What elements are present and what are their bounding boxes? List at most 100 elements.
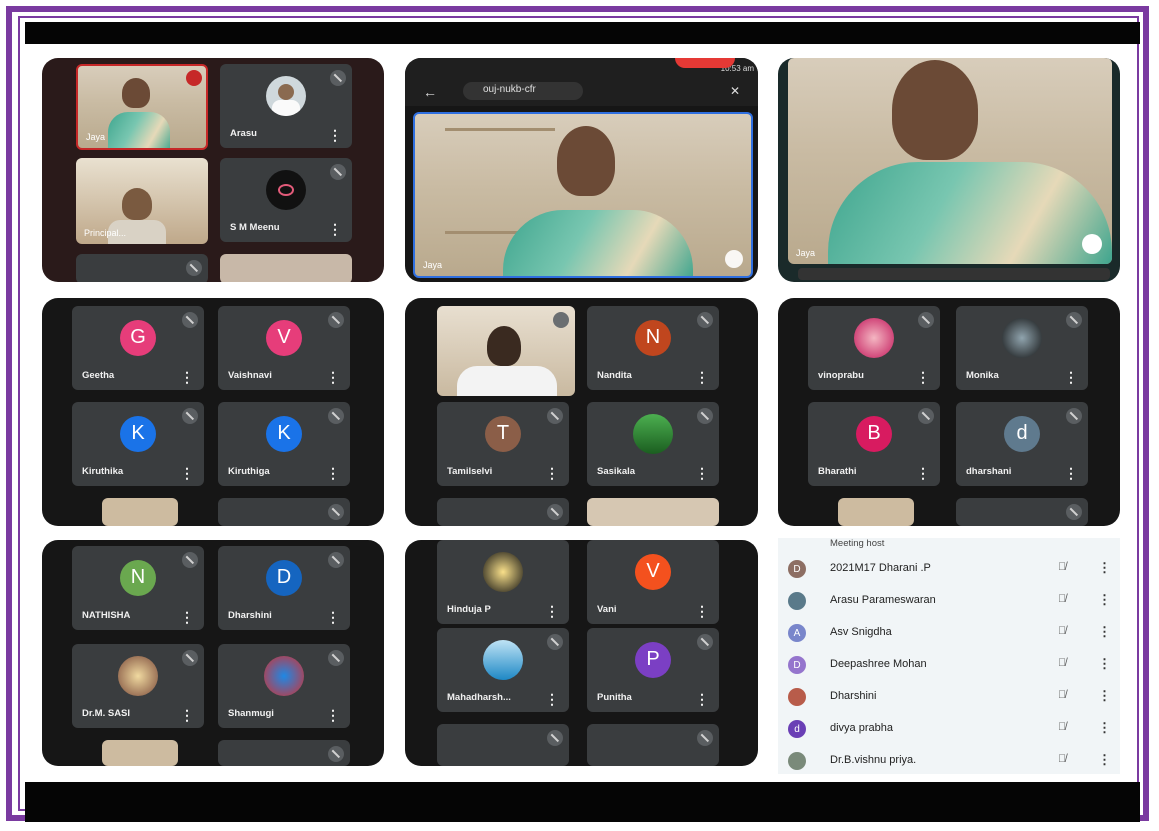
more-options-icon[interactable]: ⋮ (326, 708, 340, 722)
participant-row[interactable]: D Deepashree Mohan 🎙̸ ⋮ (778, 650, 1120, 678)
avatar (266, 169, 306, 210)
video-tile-principal[interactable]: Principal... (76, 158, 208, 244)
mic-off-icon (1066, 312, 1082, 328)
tile-tamilselvi[interactable]: T Tamilselvi ⋮ (437, 402, 569, 486)
more-options-icon[interactable]: ⋮ (695, 604, 709, 618)
meet-grid-panel-4: G Geetha ⋮ V Vaishnavi ⋮ K Kiruthika ⋮ K Kiruth… (42, 298, 384, 526)
more-options-icon[interactable]: ⋮ (1098, 560, 1111, 576)
tile-partial-video[interactable] (102, 498, 178, 526)
participant-row[interactable]: Dr.B.vishnu priya. 🎙̸ ⋮ (778, 746, 1120, 774)
more-options-icon[interactable]: ⋮ (1098, 624, 1111, 640)
more-options-icon[interactable]: ⋮ (1098, 752, 1111, 768)
mute-speaker-icon[interactable]: ✕ (730, 84, 740, 98)
tile-s-m-meenu[interactable]: S M Meenu ⋮ (220, 158, 352, 242)
participant-row[interactable]: Dharshini 🎙̸ ⋮ (778, 682, 1120, 710)
participant-saree (108, 112, 170, 148)
tile-kiruthika[interactable]: K Kiruthika ⋮ (72, 402, 204, 486)
tile-name: Dr.M. SASI (82, 708, 131, 719)
video-tile-jaya[interactable]: Jaya (76, 64, 208, 150)
more-options-icon[interactable]: ⋮ (328, 222, 342, 236)
tile-dharshani[interactable]: d dharshani ⋮ (956, 402, 1088, 486)
tile-shanmugi[interactable]: Shanmugi ⋮ (218, 644, 350, 728)
tile-partial[interactable] (76, 254, 208, 282)
top-black-band (25, 22, 1140, 44)
tile-nandita[interactable]: N Nandita ⋮ (587, 306, 719, 390)
more-options-icon[interactable]: ⋮ (1098, 688, 1111, 704)
more-options-icon[interactable]: ⋮ (326, 370, 340, 384)
more-options-icon[interactable]: ⋮ (328, 128, 342, 142)
tile-sasikala[interactable]: Sasikala ⋮ (587, 402, 719, 486)
tile-partial[interactable] (587, 724, 719, 766)
url-pill[interactable]: ouj-nukb-cfr (463, 82, 583, 100)
tile-nathisha[interactable]: N NATHISHA ⋮ (72, 546, 204, 630)
more-options-icon[interactable]: ⋮ (695, 370, 709, 384)
more-options-icon[interactable]: ⋮ (326, 466, 340, 480)
tile-mahadharsh[interactable]: Mahadharsh... ⋮ (437, 628, 569, 712)
more-options-icon[interactable]: ⋮ (326, 610, 340, 624)
fullscreen-icon[interactable] (725, 250, 743, 268)
mic-off-icon: 🎙̸ (1058, 753, 1067, 765)
tile-vani[interactable]: V Vani ⋮ (587, 540, 719, 624)
participant-row[interactable]: D 2021M17 Dharani .P 🎙̸ ⋮ (778, 554, 1120, 582)
video-tile-male-participant[interactable] (437, 306, 575, 396)
tile-dr-m-sasi[interactable]: Dr.M. SASI ⋮ (72, 644, 204, 728)
back-arrow-icon[interactable]: ← (423, 84, 437, 100)
avatar: D (788, 560, 806, 578)
more-options-icon[interactable]: ⋮ (1098, 656, 1111, 672)
mic-off-icon (918, 312, 934, 328)
mic-off-icon: 🎙̸ (1058, 561, 1067, 573)
tile-dharshini[interactable]: D Dharshini ⋮ (218, 546, 350, 630)
tile-kiruthiga[interactable]: K Kiruthiga ⋮ (218, 402, 350, 486)
avatar (483, 551, 523, 592)
speaker-saree (828, 162, 1112, 264)
speaker-video-jaya[interactable]: Jaya (413, 112, 753, 278)
participant-row[interactable]: Arasu Parameswaran 🎙̸ ⋮ (778, 586, 1120, 614)
more-options-icon[interactable]: ⋮ (180, 466, 194, 480)
more-options-icon[interactable]: ⋮ (916, 370, 930, 384)
more-options-icon[interactable]: ⋮ (180, 610, 194, 624)
more-options-icon[interactable]: ⋮ (695, 692, 709, 706)
mic-off-icon (328, 552, 344, 568)
tile-hinduja-p[interactable]: Hinduja P ⋮ (437, 540, 569, 624)
tile-bharathi[interactable]: B Bharathi ⋮ (808, 402, 940, 486)
tile-partial[interactable] (437, 498, 569, 526)
tile-geetha[interactable]: G Geetha ⋮ (72, 306, 204, 390)
more-options-icon[interactable]: ⋮ (695, 466, 709, 480)
tile-partial-video[interactable] (102, 740, 178, 766)
avatar: N (635, 319, 671, 356)
end-call-button[interactable] (675, 58, 735, 68)
more-options-icon[interactable]: ⋮ (545, 692, 559, 706)
tile-monika[interactable]: Monika ⋮ (956, 306, 1088, 390)
more-options-icon[interactable]: ⋮ (1098, 592, 1111, 608)
meet-grid-panel-7: N NATHISHA ⋮ D Dharshini ⋮ Dr.M. SASI ⋮ Shanm… (42, 540, 384, 766)
more-options-icon[interactable]: ⋮ (180, 370, 194, 384)
tile-name: Punitha (597, 692, 632, 703)
tile-partial[interactable] (218, 740, 350, 766)
more-options-icon[interactable]: ⋮ (916, 466, 930, 480)
tile-partial[interactable] (956, 498, 1088, 526)
participant-row[interactable]: d divya prabha 🎙̸ ⋮ (778, 714, 1120, 742)
tile-name: Vani (597, 604, 617, 615)
avatar: G (120, 319, 156, 356)
more-options-icon[interactable]: ⋮ (545, 604, 559, 618)
tile-arasu[interactable]: Arasu ⋮ (220, 64, 352, 148)
tile-partial-video[interactable] (220, 254, 352, 282)
fullscreen-icon[interactable] (1082, 234, 1102, 254)
mic-off-icon (553, 312, 569, 328)
more-options-icon[interactable]: ⋮ (1064, 466, 1078, 480)
more-options-icon[interactable]: ⋮ (1098, 720, 1111, 736)
more-options-icon[interactable]: ⋮ (180, 708, 194, 722)
tile-punitha[interactable]: P Punitha ⋮ (587, 628, 719, 712)
tile-partial-video[interactable] (838, 498, 914, 526)
tile-vinoprabu[interactable]: vinoprabu ⋮ (808, 306, 940, 390)
more-options-icon[interactable]: ⋮ (1064, 370, 1078, 384)
tile-partial-video[interactable] (587, 498, 719, 526)
participant-row[interactable]: A Asv Snigdha 🎙̸ ⋮ (778, 618, 1120, 646)
tile-name: Bharathi (818, 466, 857, 477)
speaker-video-jaya-large[interactable]: Jaya (788, 58, 1112, 264)
more-options-icon[interactable]: ⋮ (545, 466, 559, 480)
tile-partial[interactable] (437, 724, 569, 766)
tile-partial[interactable] (218, 498, 350, 526)
avatar: N (120, 559, 156, 596)
tile-vaishnavi[interactable]: V Vaishnavi ⋮ (218, 306, 350, 390)
